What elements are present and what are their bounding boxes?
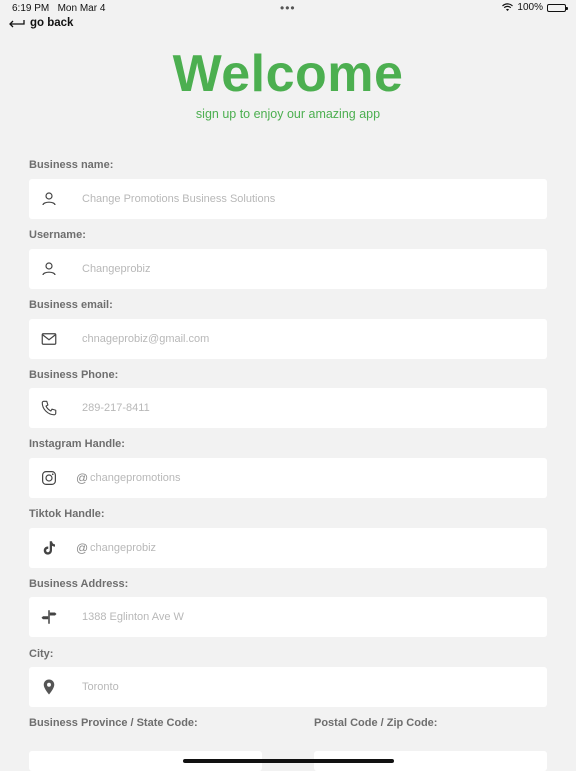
tiktok-icon [39, 538, 59, 558]
page-title: Welcome [172, 45, 404, 103]
status-time: 6:19 PM Mon Mar 4 [12, 3, 106, 14]
tiktok-handle-label: Tiktok Handle: [29, 508, 105, 520]
business-name-field[interactable] [29, 179, 547, 219]
business-email-label: Business email: [29, 299, 113, 311]
instagram-icon [39, 468, 59, 488]
signpost-icon [39, 607, 59, 627]
username-input[interactable] [82, 249, 522, 289]
business-phone-input[interactable] [82, 388, 522, 428]
username-label: Username: [29, 229, 86, 241]
home-indicator[interactable] [183, 759, 394, 763]
status-bar: 6:19 PM Mon Mar 4 ••• 100% [0, 0, 576, 16]
battery-percent: 100% [517, 2, 543, 13]
business-email-input[interactable] [82, 319, 522, 359]
mail-icon [39, 329, 59, 349]
business-email-field[interactable] [29, 319, 547, 359]
battery-icon [547, 3, 568, 12]
multitasking-dots-icon[interactable]: ••• [280, 1, 296, 15]
business-name-label: Business name: [29, 159, 114, 171]
at-prefix: @ [76, 471, 89, 485]
phone-icon [39, 398, 59, 418]
go-back-button[interactable]: go back [8, 17, 73, 29]
city-input[interactable] [82, 667, 522, 707]
business-address-input[interactable] [82, 597, 522, 637]
status-right: 100% [502, 2, 568, 13]
province-state-label: Business Province / State Code: [29, 717, 198, 729]
business-address-label: Business Address: [29, 578, 129, 590]
at-prefix: @ [76, 541, 89, 555]
city-label: City: [29, 648, 54, 660]
business-address-field[interactable] [29, 597, 547, 637]
page-subtitle: sign up to enjoy our amazing app [195, 107, 381, 121]
business-name-input[interactable] [82, 179, 522, 219]
tiktok-handle-input[interactable] [90, 528, 530, 568]
postal-zip-label: Postal Code / Zip Code: [314, 717, 438, 729]
user-icon [39, 189, 59, 209]
business-phone-label: Business Phone: [29, 369, 119, 381]
instagram-handle-label: Instagram Handle: [29, 438, 125, 450]
city-field[interactable] [29, 667, 547, 707]
instagram-handle-field[interactable]: @ [29, 458, 547, 498]
back-arrow-icon [9, 20, 25, 28]
user-icon [39, 259, 59, 279]
wifi-icon [502, 3, 514, 11]
tiktok-handle-field[interactable]: @ [29, 528, 547, 568]
business-phone-field[interactable] [29, 388, 547, 428]
instagram-handle-input[interactable] [90, 458, 530, 498]
location-pin-icon [39, 677, 59, 697]
go-back-label: go back [30, 17, 74, 29]
username-field[interactable] [29, 249, 547, 289]
